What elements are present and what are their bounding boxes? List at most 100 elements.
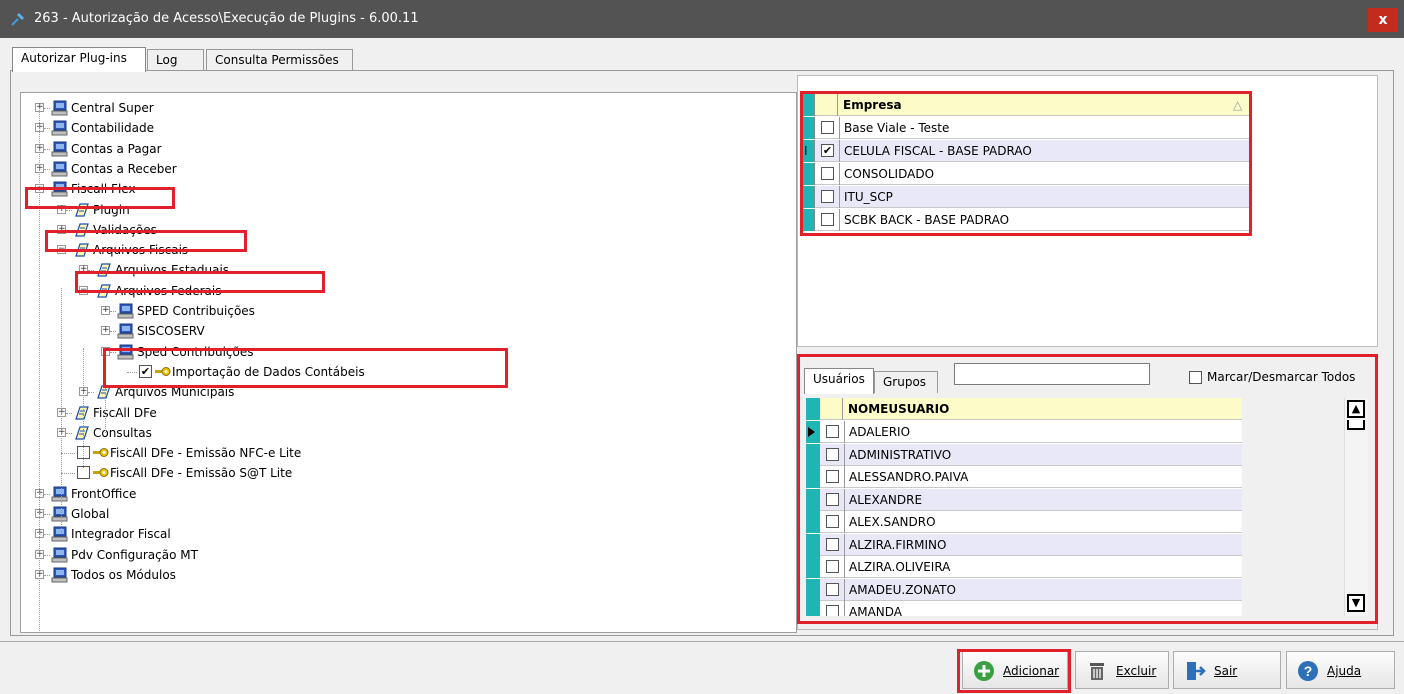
expand-icon[interactable]: + — [101, 306, 110, 315]
user-row[interactable]: ALEX.SANDRO — [806, 511, 1242, 533]
close-button[interactable]: x — [1368, 8, 1398, 32]
tree-node[interactable]: + SISCOSERV — [21, 321, 791, 341]
collapse-icon[interactable]: − — [57, 245, 66, 255]
tree-node[interactable]: FiscAll DFe - Emissão S@T Lite — [21, 463, 791, 483]
tab-grupos[interactable]: Grupos — [874, 371, 938, 393]
tree-node[interactable]: + SPED Contribuições — [21, 301, 791, 321]
tree-node[interactable]: + Validações — [21, 220, 791, 240]
tab-consulta-permissoes[interactable]: Consulta Permissões — [206, 49, 353, 71]
tree-node-label: FiscAll DFe - Emissão S@T Lite — [110, 466, 293, 481]
tree-node[interactable]: + Integrador Fiscal — [21, 524, 791, 544]
tree-node-label: Integrador Fiscal — [71, 527, 171, 542]
tab-log[interactable]: Log — [147, 49, 204, 71]
tree-checkbox[interactable]: ✔ — [139, 364, 152, 378]
tab-autorizar-plugins[interactable]: Autorizar Plug-ins — [12, 47, 146, 72]
empresa-checkbox[interactable] — [821, 167, 834, 180]
user-checkbox[interactable] — [826, 470, 839, 483]
user-checkbox[interactable] — [826, 582, 839, 596]
user-row[interactable]: ALZIRA.FIRMINO — [806, 533, 1242, 556]
expand-icon[interactable]: + — [101, 326, 110, 336]
tree-node[interactable]: + Global — [21, 504, 791, 524]
tree-node-label: Importação de Dados Contábeis — [172, 364, 365, 379]
scroll-down-button[interactable]: ▼ — [1347, 594, 1365, 612]
collapse-icon[interactable]: − — [79, 285, 88, 295]
empresa-name: SCBK BACK - BASE PADRAO — [839, 209, 1239, 231]
empresa-checkbox[interactable] — [821, 121, 834, 134]
exit-button[interactable]: Sair — [1173, 651, 1281, 689]
user-checkbox[interactable] — [826, 560, 839, 573]
empresa-checkbox[interactable] — [821, 213, 834, 226]
tree-node[interactable]: + Arquivos Municipais — [21, 382, 791, 402]
tab-usuarios[interactable]: Usuários — [804, 368, 874, 394]
expand-icon[interactable]: + — [57, 204, 66, 214]
user-row[interactable]: ALESSANDRO.PAIVA — [806, 466, 1242, 488]
user-search-input[interactable] — [954, 363, 1150, 385]
tree-node[interactable]: + Contas a Receber — [21, 159, 791, 179]
delete-button[interactable]: Excluir — [1075, 651, 1169, 689]
mark-all-checkbox[interactable] — [1189, 371, 1202, 384]
user-checkbox[interactable] — [826, 492, 839, 506]
users-grid[interactable]: NOMEUSUARIO ADALERIO ADMINISTRATIVO ALES… — [806, 398, 1242, 616]
help-button[interactable]: ? Ajuda — [1286, 651, 1395, 689]
tree-node-label: Arquivos Fiscais — [93, 243, 189, 258]
empresa-grid[interactable]: Empresa △ Base Viale - Teste I ✔ CELULA F… — [801, 94, 1249, 232]
trash-icon — [1090, 663, 1104, 680]
user-name: AMANDA — [844, 601, 1242, 616]
row-indicator — [806, 578, 820, 601]
tree-node[interactable]: + Contas a Pagar — [21, 139, 791, 159]
users-grid-header: NOMEUSUARIO — [806, 398, 1242, 420]
tree-node[interactable]: + Todos os Módulos — [21, 565, 791, 585]
expand-icon[interactable]: + — [79, 265, 88, 275]
tree-node[interactable]: ✔ Importação de Dados Contábeis — [21, 362, 791, 382]
tree-node[interactable]: − Arquivos Federais — [21, 281, 791, 301]
user-row[interactable]: AMANDA — [806, 601, 1242, 616]
tree-node[interactable]: + Arquivos Estaduais — [21, 260, 791, 280]
scroll-up-button[interactable]: ▲ — [1347, 400, 1365, 418]
user-row[interactable]: ALZIRA.OLIVEIRA — [806, 556, 1242, 578]
user-row[interactable]: AMADEU.ZONATO — [806, 578, 1242, 601]
user-row[interactable]: ALEXANDRE — [806, 488, 1242, 511]
tree-node[interactable]: + Consultas — [21, 423, 791, 443]
empresa-row[interactable]: CONSOLIDADO — [801, 163, 1249, 185]
row-indicator — [806, 421, 820, 443]
tree-node-label: Sped Contribuições — [137, 344, 254, 359]
add-button[interactable]: Adicionar — [962, 651, 1068, 689]
tree-node[interactable]: + FrontOffice — [21, 484, 791, 504]
plugin-tree[interactable]: + Central Super + Contabilidade + Contas a Pa… — [20, 92, 797, 633]
scroll-thumb[interactable] — [1347, 420, 1365, 430]
user-checkbox[interactable] — [826, 605, 839, 616]
user-checkbox[interactable] — [826, 515, 839, 528]
empresa-row[interactable]: SCBK BACK - BASE PADRAO — [801, 209, 1249, 231]
computer-icon — [51, 567, 68, 583]
tree-node[interactable]: − Sped Contribuições — [21, 342, 791, 362]
empresa-checkbox[interactable]: ✔ — [821, 144, 834, 157]
tree-node[interactable]: + Central Super — [21, 98, 791, 118]
tree-node[interactable]: FiscAll DFe - Emissão NFC-e Lite — [21, 443, 791, 463]
tree-node[interactable]: + FiscAll DFe — [21, 403, 791, 423]
tree-node[interactable]: − Fiscall Flex — [21, 179, 791, 199]
tree-node[interactable]: + Pdv Configuração MT — [21, 545, 791, 565]
users-scrollbar[interactable]: ▲ ▼ — [1344, 398, 1368, 616]
nomeusuario-column-header[interactable]: NOMEUSUARIO — [844, 398, 1242, 420]
tree-node-label: Contas a Receber — [71, 161, 177, 176]
empresa-column-header[interactable]: Empresa — [839, 94, 1239, 116]
tree-node-label: Arquivos Estaduais — [115, 263, 230, 278]
tree-node[interactable]: + Plugin — [21, 200, 791, 220]
user-row[interactable]: ADMINISTRATIVO — [806, 443, 1242, 466]
tree-node[interactable]: − Arquivos Fiscais — [21, 240, 791, 260]
collapse-icon[interactable]: − — [101, 346, 110, 356]
user-row[interactable]: ADALERIO — [806, 421, 1242, 443]
user-checkbox[interactable] — [826, 425, 839, 438]
expand-icon[interactable]: + — [57, 224, 66, 234]
tree-node[interactable]: + Contabilidade — [21, 118, 791, 138]
empresa-checkbox[interactable] — [821, 190, 834, 203]
tree-node-label: Central Super — [71, 101, 154, 115]
empresa-row[interactable]: I ✔ CELULA FISCAL - BASE PADRAO — [801, 140, 1249, 162]
empresa-row[interactable]: Base Viale - Teste — [801, 117, 1249, 139]
computer-icon — [51, 506, 68, 522]
empresa-row[interactable]: ITU_SCP — [801, 186, 1249, 208]
user-checkbox[interactable] — [826, 447, 839, 461]
user-checkbox[interactable] — [826, 537, 839, 551]
tree-checkbox[interactable] — [77, 466, 90, 480]
empresa-name: CELULA FISCAL - BASE PADRAO — [839, 140, 1239, 162]
